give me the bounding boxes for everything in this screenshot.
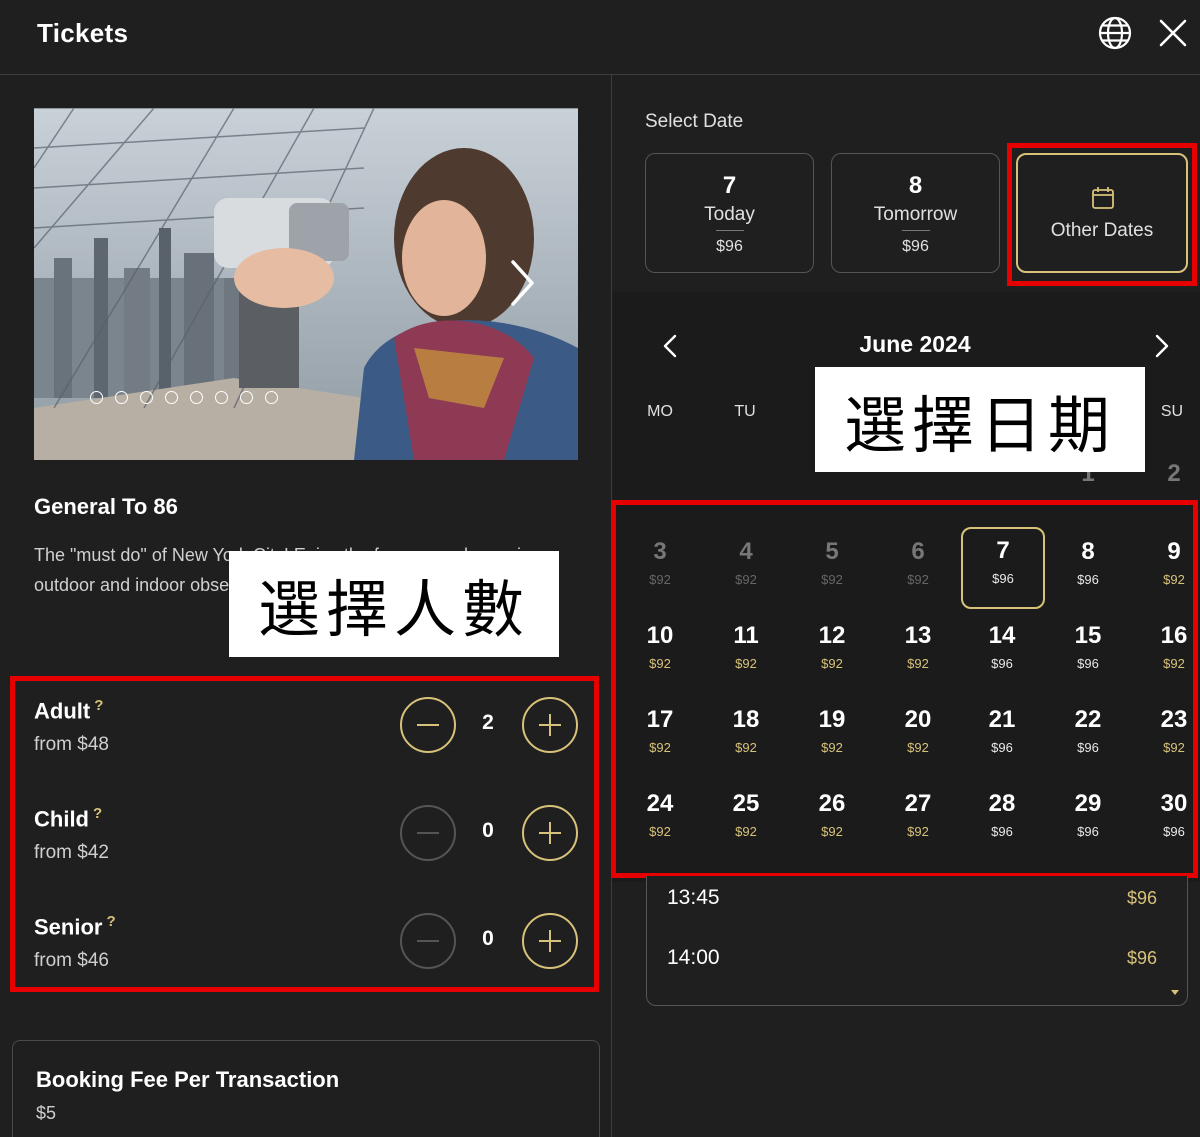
close-icon[interactable] [1155, 15, 1191, 51]
carousel-dots [90, 391, 278, 404]
date-card-label: Today [704, 204, 755, 225]
carousel-dot[interactable] [140, 391, 153, 404]
scroll-down-icon[interactable] [1171, 990, 1179, 995]
highlight-box-other-dates [1007, 143, 1197, 286]
date-card-divider [902, 230, 930, 231]
booking-fee-card: Booking Fee Per Transaction $5 [12, 1040, 600, 1137]
carousel-dot[interactable] [115, 391, 128, 404]
chevron-left-icon[interactable] [658, 332, 684, 360]
carousel-dot[interactable] [165, 391, 178, 404]
time-slot-row[interactable]: 14:00 $96 [667, 946, 1157, 970]
highlight-box-calendar [611, 500, 1198, 878]
page-title: Tickets [37, 18, 129, 48]
carousel-dot[interactable] [90, 391, 103, 404]
date-card-day: 7 [722, 172, 737, 199]
weekday-label: MO [647, 403, 673, 420]
annotation-select-date: 選擇日期 [815, 367, 1145, 472]
highlight-box-tickets [10, 676, 599, 992]
date-card-price: $96 [716, 238, 743, 255]
carousel-dot[interactable] [240, 391, 253, 404]
time-slot-list[interactable]: 13:45 $96 14:00 $96 [646, 876, 1188, 1006]
time-slot-row[interactable]: 13:45 $96 [667, 886, 1157, 910]
date-card-tomorrow[interactable]: 8 Tomorrow $96 [831, 153, 1000, 273]
date-card-divider [716, 230, 744, 231]
observation-deck-photo [34, 108, 578, 460]
date-card-today[interactable]: 7 Today $96 [645, 153, 814, 273]
globe-icon[interactable] [1097, 15, 1133, 51]
carousel-next-icon[interactable] [507, 258, 537, 308]
weekday-label: SU [1160, 403, 1184, 420]
product-title: General To 86 [34, 494, 178, 519]
booking-fee-title: Booking Fee Per Transaction [36, 1067, 340, 1092]
date-card-price: $96 [902, 238, 929, 255]
header-bar: Tickets [0, 0, 1200, 75]
time-slot-time: 13:45 [667, 886, 720, 909]
calendar-month-title: June 2024 [859, 331, 971, 357]
time-slot-time: 14:00 [667, 946, 720, 969]
select-date-label: Select Date [645, 111, 744, 132]
weekday-label: TU [734, 403, 756, 420]
date-card-label: Tomorrow [873, 204, 958, 225]
carousel-dot[interactable] [190, 391, 203, 404]
date-card-day: 8 [908, 172, 923, 199]
annotation-select-people: 選擇人數 [229, 551, 559, 657]
chevron-right-icon[interactable] [1148, 332, 1174, 360]
time-slot-price: $96 [1126, 948, 1157, 968]
carousel-dot[interactable] [265, 391, 278, 404]
time-slot-price: $96 [1126, 888, 1157, 908]
booking-fee-price: $5 [36, 1103, 57, 1123]
carousel-dot[interactable] [215, 391, 228, 404]
product-photo-carousel[interactable] [34, 108, 578, 460]
